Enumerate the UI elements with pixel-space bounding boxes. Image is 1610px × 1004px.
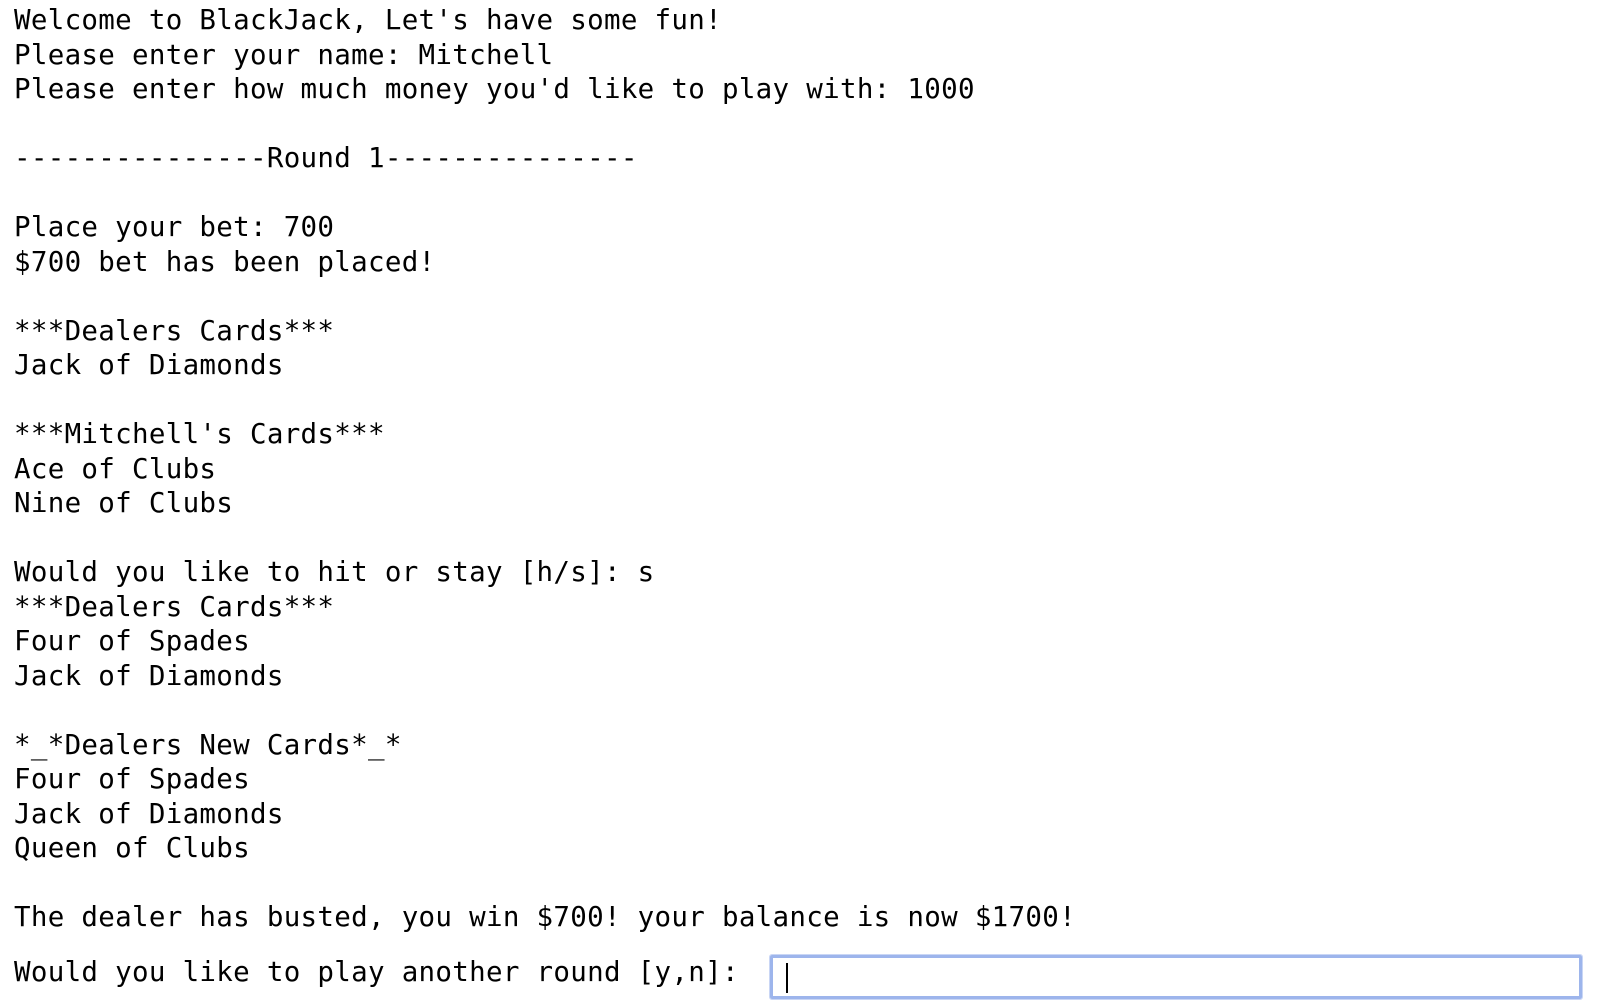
console-line: Place your bet: 700	[14, 211, 335, 243]
card-line: Jack of Diamonds	[14, 797, 284, 830]
dealer-cards-header: ***Dealers Cards***	[14, 590, 335, 623]
text-caret	[786, 963, 788, 993]
card-line: Four of Spades	[14, 763, 250, 795]
card-line: Nine of Clubs	[14, 487, 234, 519]
console-line: Would you like to hit or stay [h/s]: s	[14, 556, 655, 588]
round-header: ---------------Round 1---------------	[14, 142, 638, 174]
console-output: Welcome to BlackJack, Let's have some fu…	[14, 3, 1076, 935]
card-line: Jack of Diamonds	[14, 349, 284, 381]
console-line: $700 bet has been placed!	[14, 245, 436, 278]
play-again-prompt: Would you like to play another round [y,…	[14, 956, 756, 988]
card-line: Queen of Clubs	[14, 832, 250, 864]
console-line: Please enter how much money you'd like t…	[14, 73, 975, 105]
player-cards-header: ***Mitchell's Cards***	[14, 418, 385, 450]
card-line: Ace of Clubs	[14, 452, 217, 485]
console-line: Welcome to BlackJack, Let's have some fu…	[14, 4, 722, 36]
card-line: Jack of Diamonds	[14, 659, 284, 692]
card-line: Four of Spades	[14, 625, 250, 657]
console-line: Please enter your name: Mitchell	[14, 38, 554, 71]
result-message: The dealer has busted, you win $700! you…	[14, 901, 1076, 933]
play-again-input[interactable]	[769, 954, 1583, 1000]
dealer-new-cards-header: *_*Dealers New Cards*_*	[14, 728, 402, 761]
play-again-label: Would you like to play another round [y,…	[14, 956, 756, 988]
dealer-cards-header: ***Dealers Cards***	[14, 314, 335, 347]
